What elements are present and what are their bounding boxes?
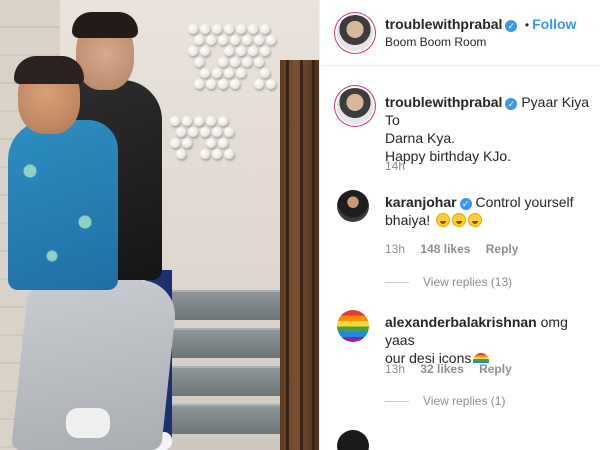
caption-line2: Darna Kya. — [385, 130, 456, 146]
comment-avatar[interactable] — [337, 190, 369, 222]
comment-text-line2: bhaiya! — [385, 212, 431, 228]
location-link[interactable]: Boom Boom Room — [385, 35, 486, 49]
comment-avatar[interactable] — [337, 430, 369, 450]
comment-likes[interactable]: 148 likes — [420, 242, 470, 256]
comment-avatar[interactable] — [337, 310, 369, 342]
reply-button[interactable]: Reply — [479, 362, 512, 376]
post-header: troublewithprabal ✓ • Follow Boom Boom Roo… — [320, 0, 600, 66]
divider-line — [385, 401, 409, 403]
laughing-crying-emoji-icon — [452, 213, 467, 227]
laughing-crying-emoji-icon — [436, 213, 451, 227]
caption-avatar[interactable] — [337, 88, 373, 124]
comment-meta: 13h 32 likes Reply — [385, 362, 512, 376]
post-photo[interactable] — [0, 0, 319, 450]
verified-badge-icon: ✓ — [505, 20, 518, 32]
divider-line — [385, 282, 409, 284]
comment-text: Control yourself — [475, 194, 574, 210]
comment-username[interactable]: alexanderbalakrishnan — [385, 314, 537, 330]
username-link[interactable]: troublewithprabal — [385, 16, 502, 32]
caption-timestamp: 14h — [385, 159, 406, 173]
person-right-hair — [72, 12, 138, 38]
view-replies-button[interactable]: View replies (1) — [385, 394, 505, 408]
comment-meta: 13h 148 likes Reply — [385, 242, 518, 256]
view-replies-label: View replies (1) — [423, 394, 506, 408]
comment-time: 13h — [385, 242, 406, 256]
comment: alexanderbalakrishnan omg yaas our desi … — [385, 313, 599, 367]
person-left-hair — [14, 56, 84, 84]
wooden-railing — [280, 60, 319, 450]
post-side-panel: troublewithprabal ✓ • Follow Boom Boom Roo… — [319, 0, 600, 450]
header-title-row: troublewithprabal ✓ • Follow — [385, 16, 576, 34]
dot-separator: • — [524, 18, 530, 32]
reply-button[interactable]: Reply — [486, 242, 519, 256]
caption: troublewithprabal ✓ Pyaar Kiya To Darna K… — [385, 93, 595, 165]
verified-badge-icon: ✓ — [505, 98, 518, 110]
person-left-shoe — [66, 408, 110, 438]
avatar[interactable] — [337, 15, 373, 51]
comment-likes[interactable]: 32 likes — [420, 362, 463, 376]
comment: karanjohar ✓ Control yourself bhaiya! — [385, 193, 595, 229]
laughing-crying-emoji-icon — [468, 213, 483, 227]
follow-button[interactable]: Follow — [532, 16, 576, 32]
view-replies-button[interactable]: View replies (13) — [385, 275, 512, 289]
verified-badge-icon: ✓ — [459, 198, 472, 210]
comment-time: 13h — [385, 362, 406, 376]
person-left-shirt — [8, 120, 118, 290]
caption-username[interactable]: troublewithprabal — [385, 94, 502, 110]
view-replies-label: View replies (13) — [423, 275, 513, 289]
comment-username[interactable]: karanjohar — [385, 194, 457, 210]
